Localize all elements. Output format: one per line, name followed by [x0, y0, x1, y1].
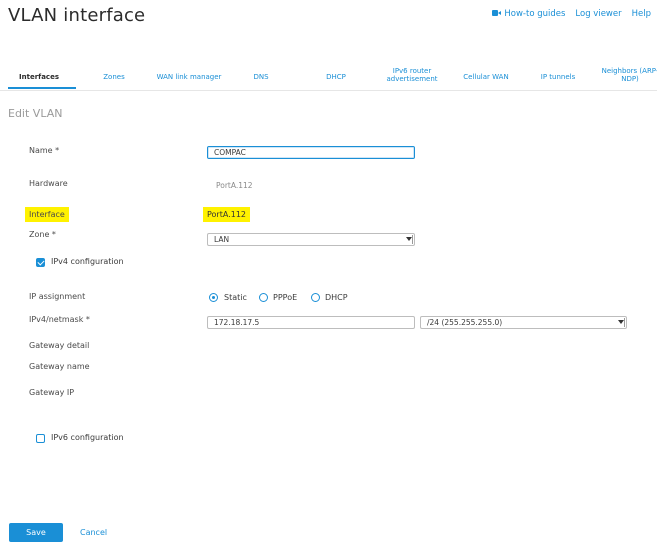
- zone-select-divider: [412, 235, 413, 244]
- radio-pppoe[interactable]: [259, 293, 268, 302]
- zone-label: Zone *: [29, 230, 56, 239]
- name-label: Name *: [29, 146, 60, 155]
- cancel-button[interactable]: Cancel: [80, 528, 107, 537]
- tab-ip-tunnels[interactable]: IP tunnels: [535, 73, 581, 81]
- interface-value: PortA.112: [203, 207, 251, 222]
- log-viewer-link[interactable]: Log viewer: [575, 9, 621, 19]
- hardware-value: PortA.112: [216, 181, 253, 190]
- video-camera-icon: [492, 10, 502, 16]
- tab-divider: [0, 90, 657, 91]
- tab-dhcp[interactable]: DHCP: [318, 73, 354, 81]
- netmask-select-value: /24 (255.255.255.0): [427, 318, 503, 327]
- chevron-down-icon: [406, 237, 412, 241]
- ip-assignment-label: IP assignment: [29, 292, 86, 301]
- chevron-down-icon: [618, 320, 624, 324]
- top-links: How-to guides Log viewer Help: [492, 9, 651, 19]
- ipv4-address-input[interactable]: 172.18.17.5: [207, 316, 415, 329]
- tab-dns[interactable]: DNS: [245, 73, 277, 81]
- tab-zones[interactable]: Zones: [94, 73, 134, 81]
- hardware-label: Hardware: [29, 179, 68, 188]
- ipv6-config-label: IPv6 configuration: [51, 433, 124, 442]
- gateway-name-label: Gateway name: [29, 362, 90, 371]
- page-title: VLAN interface: [8, 5, 146, 26]
- tab-wan-link-manager[interactable]: WAN link manager: [150, 73, 228, 81]
- ipv4-netmask-label: IPv4/netmask *: [29, 315, 90, 324]
- tab-bar: Interfaces Zones WAN link manager DNS DH…: [0, 64, 657, 90]
- tab-interfaces[interactable]: Interfaces: [8, 73, 70, 81]
- ipv4-config-label: IPv4 configuration: [51, 257, 124, 266]
- netmask-select[interactable]: /24 (255.255.255.0): [420, 316, 627, 329]
- gateway-ip-label: Gateway IP: [29, 388, 75, 397]
- radio-static[interactable]: [209, 293, 218, 302]
- interface-label: Interface: [25, 207, 69, 222]
- radio-pppoe-label: PPPoE: [273, 293, 298, 302]
- radio-static-label: Static: [224, 293, 247, 302]
- ipv6-config-checkbox[interactable]: [36, 434, 45, 443]
- gateway-detail-label: Gateway detail: [29, 341, 90, 350]
- radio-dhcp-label: DHCP: [325, 293, 348, 302]
- section-title: Edit VLAN: [8, 107, 63, 120]
- howto-link[interactable]: How-to guides: [492, 9, 565, 19]
- name-input[interactable]: COMPAC: [207, 146, 415, 159]
- radio-dhcp[interactable]: [311, 293, 320, 302]
- zone-select[interactable]: LAN: [207, 233, 415, 246]
- zone-select-value: LAN: [214, 235, 230, 244]
- active-tab-indicator: [8, 87, 76, 89]
- ipv4-config-checkbox[interactable]: [36, 258, 45, 267]
- save-button[interactable]: Save: [9, 523, 63, 542]
- howto-link-label: How-to guides: [504, 9, 566, 19]
- tab-neighbors-arp-ndp[interactable]: Neighbors (ARP-NDP): [598, 67, 657, 83]
- help-link[interactable]: Help: [632, 9, 651, 19]
- netmask-select-divider: [624, 318, 625, 327]
- tab-cellular-wan[interactable]: Cellular WAN: [458, 73, 514, 81]
- tab-ipv6-router-advertisement[interactable]: IPv6 router advertisement: [378, 67, 446, 83]
